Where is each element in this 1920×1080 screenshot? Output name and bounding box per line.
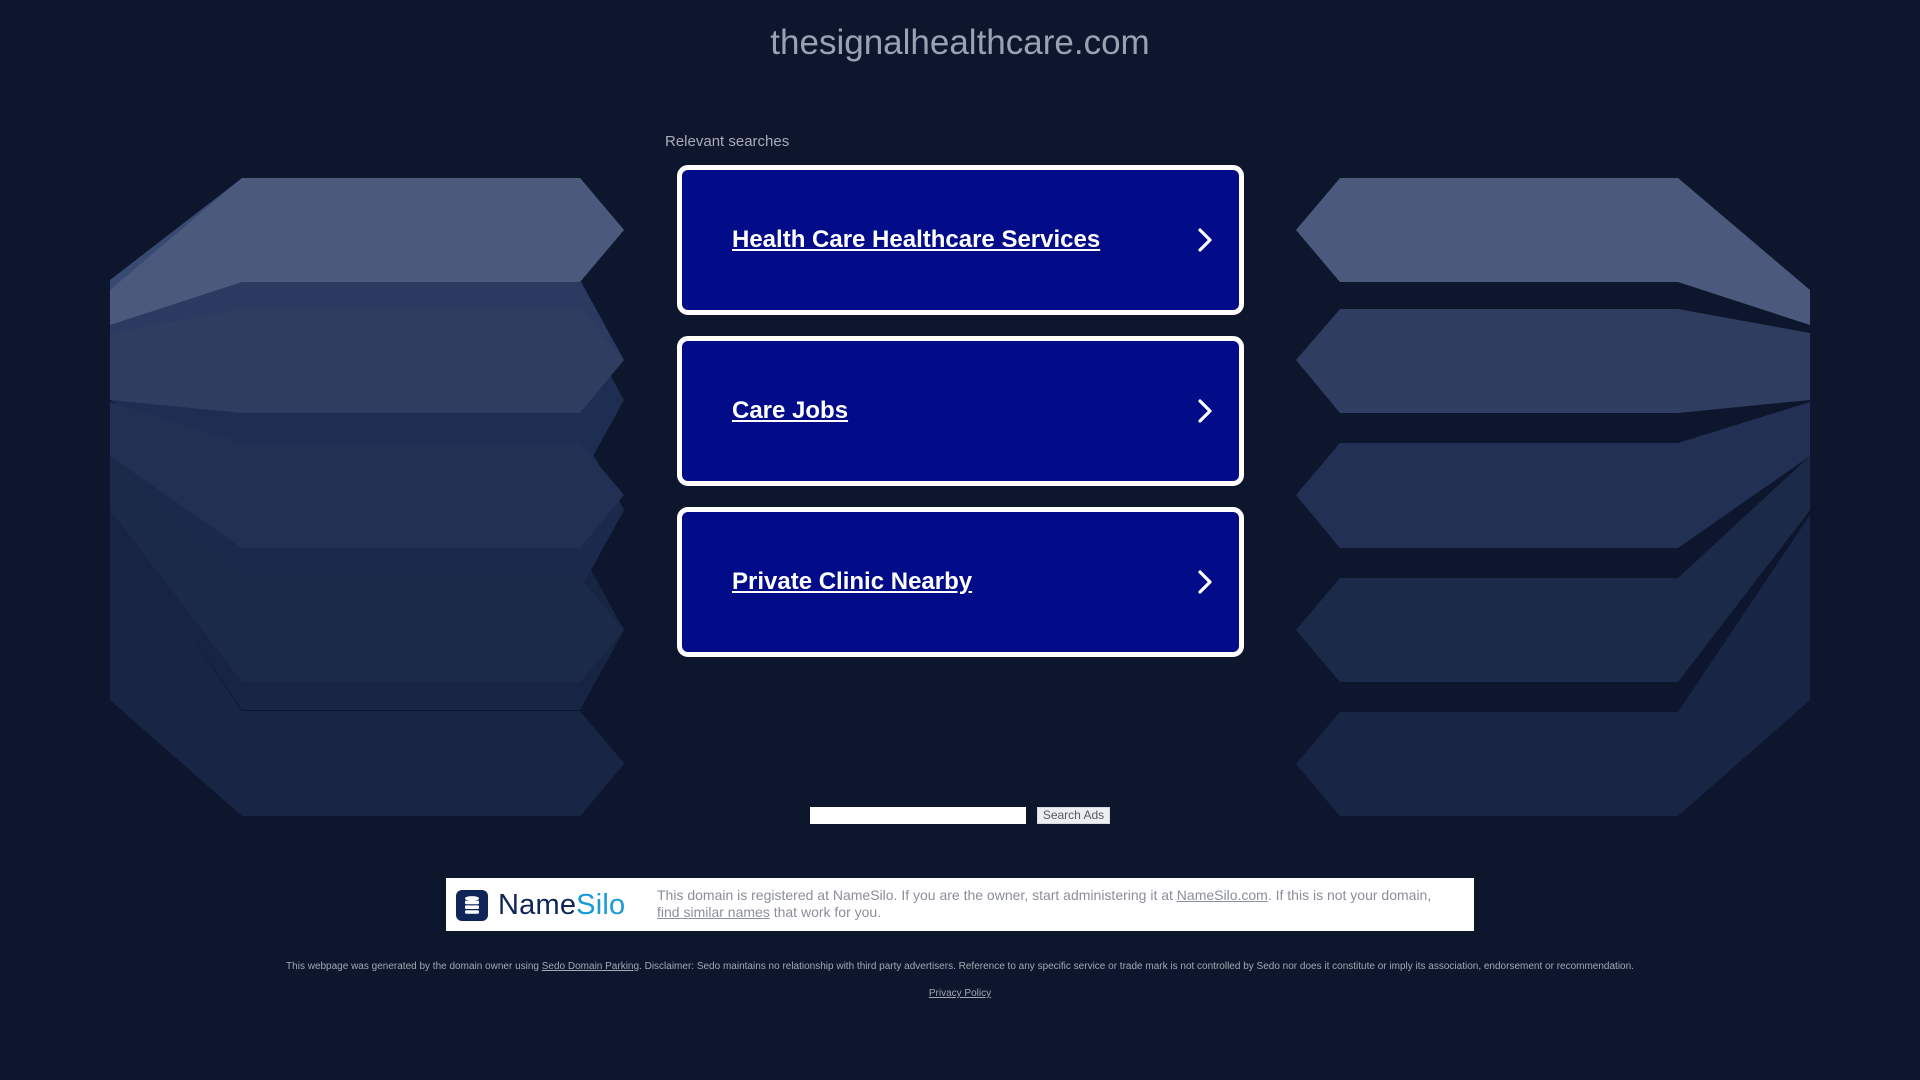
privacy-row: Privacy Policy: [0, 987, 1920, 1000]
left-shape-2: [110, 280, 624, 360]
search-result-link-1[interactable]: Health Care Healthcare Services: [677, 165, 1244, 315]
search-result-link-2[interactable]: Care Jobs: [677, 336, 1244, 486]
left-shape-6: [110, 518, 624, 816]
search-result-link-3[interactable]: Private Clinic Nearby: [677, 507, 1244, 657]
database-icon: [456, 890, 488, 921]
right-layer-e: [1296, 515, 1810, 816]
domain-title: thesignalhealthcare.com: [770, 23, 1150, 62]
find-similar-names-link[interactable]: find similar names: [657, 904, 770, 920]
left-layer-d: [110, 456, 624, 682]
search-result-label[interactable]: Care Jobs: [732, 396, 848, 426]
registrar-text-end: that work for you.: [769, 904, 882, 920]
search-ads-button[interactable]: Search Ads: [1037, 807, 1110, 824]
left-shape-3: [110, 320, 624, 480]
right-layer-d: [1296, 456, 1810, 682]
sedo-domain-parking-link[interactable]: Sedo Domain Parking: [542, 961, 639, 972]
chevron-right-icon: [1198, 570, 1212, 594]
left-shape-4: [110, 410, 624, 590]
relevant-searches-label: Relevant searches: [665, 133, 790, 150]
right-shape-overlay: [1296, 178, 1810, 816]
left-shape-stack: [110, 178, 624, 816]
right-layer-b: [1296, 309, 1810, 413]
chevron-right-icon: [1198, 399, 1212, 423]
chevron-right-icon: [1198, 228, 1212, 252]
namesilo-wordmark: NameSilo: [498, 890, 625, 921]
search-result-label[interactable]: Private Clinic Nearby: [732, 567, 972, 597]
disclaimer-text-start: This webpage was generated by the domain…: [286, 961, 542, 972]
logo-text-name: Name: [498, 889, 577, 921]
left-layer-e: [110, 515, 624, 816]
namesilo-logo[interactable]: NameSilo: [456, 890, 625, 921]
registrar-text-middle: . If this is not your domain,: [1267, 887, 1432, 903]
logo-text-silo: Silo: [576, 889, 626, 921]
search-result-label[interactable]: Health Care Healthcare Services: [732, 225, 1100, 255]
left-shape-1: [110, 178, 624, 310]
registrar-banner: NameSilo This domain is registered at Na…: [446, 878, 1474, 931]
left-layer-a: [110, 178, 624, 325]
privacy-policy-link[interactable]: Privacy Policy: [929, 988, 991, 999]
right-layer-c: [1296, 402, 1810, 548]
left-layer-b: [110, 309, 624, 413]
right-layer-a: [1296, 178, 1810, 325]
namesilo-link[interactable]: NameSilo.com: [1177, 887, 1268, 903]
registrar-notice: This domain is registered at NameSilo. I…: [657, 887, 1457, 921]
registrar-text-start: This domain is registered at NameSilo. I…: [657, 887, 1177, 903]
left-shape-5: [110, 470, 624, 710]
left-layer-c: [110, 402, 624, 548]
parking-page: thesignalhealthcare.com Relevant searche…: [0, 0, 1920, 1080]
search-input[interactable]: [810, 807, 1026, 824]
disclaimer: This webpage was generated by the domain…: [0, 960, 1920, 973]
disclaimer-text-end: . Disclaimer: Sedo maintains no relation…: [639, 961, 1634, 972]
left-shape-overlay: [110, 178, 624, 816]
